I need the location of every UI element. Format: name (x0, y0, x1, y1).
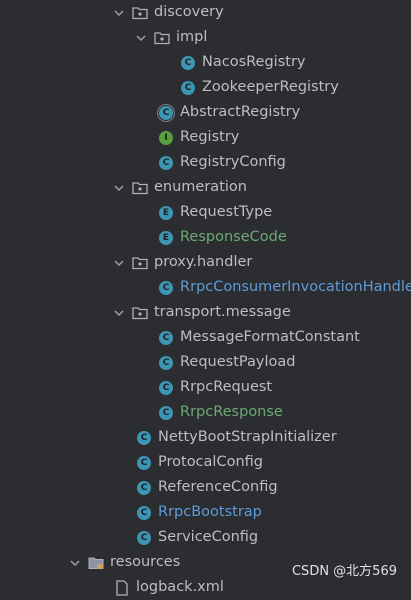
tree-row-registry-config[interactable]: C RegistryConfig (0, 150, 411, 175)
tree-label: RequestType (180, 204, 273, 220)
enum-icon: E (158, 205, 174, 221)
tree-label: AbstractRegistry (180, 104, 301, 120)
tree-label: discovery (154, 4, 224, 20)
class-icon: C (158, 330, 174, 346)
folder-icon (132, 305, 148, 321)
tree-label: NettyBootStrapInitializer (158, 429, 337, 445)
tree-label: logback.xml (136, 579, 224, 595)
tree-label: ZookeeperRegistry (202, 79, 339, 95)
tree-row-abstract-registry[interactable]: C AbstractRegistry (0, 100, 411, 125)
tree-label: RequestPayload (180, 354, 296, 370)
xml-file-icon (114, 579, 130, 596)
class-icon: C (136, 455, 152, 471)
project-tree: discovery impl C NacosRegistry C Zookeep… (0, 0, 411, 596)
tree-label: RegistryConfig (180, 154, 286, 170)
tree-row-rrpc-response[interactable]: C RrpcResponse (0, 400, 411, 425)
tree-label: ResponseCode (180, 229, 287, 245)
tree-row-proxy-handler[interactable]: proxy.handler (0, 250, 411, 275)
class-icon: C (158, 155, 174, 171)
tree-row-service-config[interactable]: C ServiceConfig (0, 525, 411, 550)
tree-label: RrpcConsumerInvocationHandler (180, 279, 411, 295)
tree-row-protocal-config[interactable]: C ProtocalConfig (0, 450, 411, 475)
tree-row-netty-bootstrap-initializer[interactable]: C NettyBootStrapInitializer (0, 425, 411, 450)
resources-folder-icon (88, 555, 104, 571)
chevron-down-icon[interactable] (112, 306, 126, 320)
tree-row-nacos-registry[interactable]: C NacosRegistry (0, 50, 411, 75)
tree-label: RrpcResponse (180, 404, 283, 420)
class-icon: C (180, 55, 196, 71)
abstract-class-icon: C (158, 105, 174, 121)
tree-label: transport.message (154, 304, 291, 320)
folder-icon (132, 255, 148, 271)
tree-label: RrpcBootstrap (158, 504, 262, 520)
tree-row-rrpc-consumer-invocation-handler[interactable]: C RrpcConsumerInvocationHandler (0, 275, 411, 300)
class-icon: C (158, 280, 174, 296)
chevron-down-icon[interactable] (112, 256, 126, 270)
tree-label: ProtocalConfig (158, 454, 263, 470)
tree-row-request-payload[interactable]: C RequestPayload (0, 350, 411, 375)
interface-icon: I (158, 130, 174, 146)
tree-row-response-code[interactable]: E ResponseCode (0, 225, 411, 250)
folder-icon (132, 180, 148, 196)
tree-label: proxy.handler (154, 254, 253, 270)
tree-label: NacosRegistry (202, 54, 306, 70)
class-icon: C (158, 380, 174, 396)
chevron-down-icon[interactable] (112, 6, 126, 20)
watermark-text: CSDN @北方569 (291, 564, 397, 579)
tree-label: RrpcRequest (180, 379, 273, 395)
folder-icon (132, 5, 148, 21)
class-icon: C (136, 530, 152, 546)
class-icon: C (136, 430, 152, 446)
tree-label: enumeration (154, 179, 247, 195)
tree-label: resources (110, 554, 181, 570)
class-icon: C (136, 480, 152, 496)
tree-row-registry[interactable]: I Registry (0, 125, 411, 150)
folder-icon (154, 30, 170, 46)
tree-label: ServiceConfig (158, 529, 259, 545)
tree-row-rrpc-request[interactable]: C RrpcRequest (0, 375, 411, 400)
tree-row-zookeeper-registry[interactable]: C ZookeeperRegistry (0, 75, 411, 100)
tree-row-discovery[interactable]: discovery (0, 0, 411, 25)
tree-row-reference-config[interactable]: C ReferenceConfig (0, 475, 411, 500)
tree-label: impl (176, 29, 208, 45)
class-icon: C (158, 355, 174, 371)
enum-icon: E (158, 230, 174, 246)
chevron-down-icon[interactable] (134, 31, 148, 45)
tree-row-message-format-constant[interactable]: C MessageFormatConstant (0, 325, 411, 350)
tree-label: Registry (180, 129, 240, 145)
tree-row-transport-message[interactable]: transport.message (0, 300, 411, 325)
class-icon: C (136, 505, 152, 521)
tree-row-enumeration[interactable]: enumeration (0, 175, 411, 200)
chevron-down-icon[interactable] (112, 181, 126, 195)
chevron-down-icon[interactable] (68, 556, 82, 570)
tree-row-impl[interactable]: impl (0, 25, 411, 50)
tree-label: ReferenceConfig (158, 479, 278, 495)
tree-row-request-type[interactable]: E RequestType (0, 200, 411, 225)
class-icon: C (158, 405, 174, 421)
tree-label: MessageFormatConstant (180, 329, 360, 345)
class-icon: C (180, 80, 196, 96)
tree-row-rrpc-bootstrap[interactable]: C RrpcBootstrap (0, 500, 411, 525)
